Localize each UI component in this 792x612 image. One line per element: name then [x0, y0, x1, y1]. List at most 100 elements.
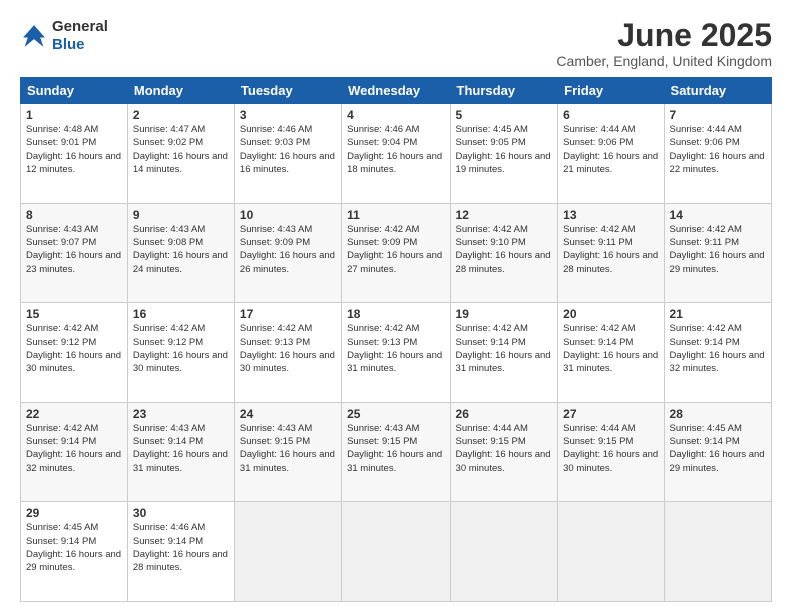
- day-info: Sunrise: 4:42 AMSunset: 9:14 PMDaylight:…: [456, 322, 553, 375]
- table-row: 5Sunrise: 4:45 AMSunset: 9:05 PMDaylight…: [450, 104, 558, 204]
- col-friday: Friday: [558, 78, 664, 104]
- day-number: 5: [456, 108, 553, 122]
- day-number: 20: [563, 307, 658, 321]
- day-number: 14: [670, 208, 766, 222]
- day-info: Sunrise: 4:43 AMSunset: 9:08 PMDaylight:…: [133, 223, 229, 276]
- day-info: Sunrise: 4:44 AMSunset: 9:06 PMDaylight:…: [563, 123, 658, 176]
- table-row: 24Sunrise: 4:43 AMSunset: 9:15 PMDayligh…: [234, 402, 341, 502]
- table-row: 4Sunrise: 4:46 AMSunset: 9:04 PMDaylight…: [342, 104, 450, 204]
- day-number: 8: [26, 208, 122, 222]
- location: Camber, England, United Kingdom: [556, 53, 772, 69]
- table-row: 26Sunrise: 4:44 AMSunset: 9:15 PMDayligh…: [450, 402, 558, 502]
- day-info: Sunrise: 4:44 AMSunset: 9:15 PMDaylight:…: [563, 422, 658, 475]
- day-info: Sunrise: 4:42 AMSunset: 9:14 PMDaylight:…: [563, 322, 658, 375]
- table-row: 3Sunrise: 4:46 AMSunset: 9:03 PMDaylight…: [234, 104, 341, 204]
- day-info: Sunrise: 4:43 AMSunset: 9:07 PMDaylight:…: [26, 223, 122, 276]
- logo-text: General Blue: [52, 18, 108, 54]
- day-number: 12: [456, 208, 553, 222]
- day-number: 18: [347, 307, 444, 321]
- day-info: Sunrise: 4:43 AMSunset: 9:15 PMDaylight:…: [240, 422, 336, 475]
- day-number: 25: [347, 407, 444, 421]
- day-info: Sunrise: 4:42 AMSunset: 9:12 PMDaylight:…: [26, 322, 122, 375]
- day-number: 2: [133, 108, 229, 122]
- day-info: Sunrise: 4:46 AMSunset: 9:14 PMDaylight:…: [133, 521, 229, 574]
- day-info: Sunrise: 4:42 AMSunset: 9:12 PMDaylight:…: [133, 322, 229, 375]
- col-saturday: Saturday: [664, 78, 771, 104]
- day-number: 28: [670, 407, 766, 421]
- table-row: 12Sunrise: 4:42 AMSunset: 9:10 PMDayligh…: [450, 203, 558, 303]
- table-row: 17Sunrise: 4:42 AMSunset: 9:13 PMDayligh…: [234, 303, 341, 403]
- table-row: 2Sunrise: 4:47 AMSunset: 9:02 PMDaylight…: [127, 104, 234, 204]
- logo-general: General: [52, 18, 108, 35]
- col-monday: Monday: [127, 78, 234, 104]
- day-number: 13: [563, 208, 658, 222]
- table-row: [342, 502, 450, 602]
- table-row: [664, 502, 771, 602]
- header-row: Sunday Monday Tuesday Wednesday Thursday…: [21, 78, 772, 104]
- week-row: 1Sunrise: 4:48 AMSunset: 9:01 PMDaylight…: [21, 104, 772, 204]
- table-row: 28Sunrise: 4:45 AMSunset: 9:14 PMDayligh…: [664, 402, 771, 502]
- table-row: 20Sunrise: 4:42 AMSunset: 9:14 PMDayligh…: [558, 303, 664, 403]
- day-info: Sunrise: 4:43 AMSunset: 9:14 PMDaylight:…: [133, 422, 229, 475]
- day-info: Sunrise: 4:42 AMSunset: 9:13 PMDaylight:…: [240, 322, 336, 375]
- table-row: 1Sunrise: 4:48 AMSunset: 9:01 PMDaylight…: [21, 104, 128, 204]
- table-row: 10Sunrise: 4:43 AMSunset: 9:09 PMDayligh…: [234, 203, 341, 303]
- day-info: Sunrise: 4:45 AMSunset: 9:05 PMDaylight:…: [456, 123, 553, 176]
- col-thursday: Thursday: [450, 78, 558, 104]
- calendar-table: Sunday Monday Tuesday Wednesday Thursday…: [20, 77, 772, 602]
- day-number: 23: [133, 407, 229, 421]
- day-number: 16: [133, 307, 229, 321]
- day-number: 27: [563, 407, 658, 421]
- day-number: 7: [670, 108, 766, 122]
- day-info: Sunrise: 4:42 AMSunset: 9:10 PMDaylight:…: [456, 223, 553, 276]
- title-block: June 2025 Camber, England, United Kingdo…: [556, 18, 772, 69]
- week-row: 8Sunrise: 4:43 AMSunset: 9:07 PMDaylight…: [21, 203, 772, 303]
- logo-blue: Blue: [52, 36, 85, 53]
- month-title: June 2025: [556, 18, 772, 53]
- day-info: Sunrise: 4:42 AMSunset: 9:14 PMDaylight:…: [670, 322, 766, 375]
- table-row: 11Sunrise: 4:42 AMSunset: 9:09 PMDayligh…: [342, 203, 450, 303]
- table-row: 9Sunrise: 4:43 AMSunset: 9:08 PMDaylight…: [127, 203, 234, 303]
- day-info: Sunrise: 4:44 AMSunset: 9:06 PMDaylight:…: [670, 123, 766, 176]
- table-row: 18Sunrise: 4:42 AMSunset: 9:13 PMDayligh…: [342, 303, 450, 403]
- col-sunday: Sunday: [21, 78, 128, 104]
- day-info: Sunrise: 4:42 AMSunset: 9:09 PMDaylight:…: [347, 223, 444, 276]
- table-row: 14Sunrise: 4:42 AMSunset: 9:11 PMDayligh…: [664, 203, 771, 303]
- table-row: 25Sunrise: 4:43 AMSunset: 9:15 PMDayligh…: [342, 402, 450, 502]
- day-number: 10: [240, 208, 336, 222]
- table-row: 7Sunrise: 4:44 AMSunset: 9:06 PMDaylight…: [664, 104, 771, 204]
- table-row: 22Sunrise: 4:42 AMSunset: 9:14 PMDayligh…: [21, 402, 128, 502]
- table-row: 29Sunrise: 4:45 AMSunset: 9:14 PMDayligh…: [21, 502, 128, 602]
- table-row: 8Sunrise: 4:43 AMSunset: 9:07 PMDaylight…: [21, 203, 128, 303]
- day-info: Sunrise: 4:42 AMSunset: 9:11 PMDaylight:…: [563, 223, 658, 276]
- day-info: Sunrise: 4:42 AMSunset: 9:14 PMDaylight:…: [26, 422, 122, 475]
- table-row: 19Sunrise: 4:42 AMSunset: 9:14 PMDayligh…: [450, 303, 558, 403]
- table-row: 6Sunrise: 4:44 AMSunset: 9:06 PMDaylight…: [558, 104, 664, 204]
- day-info: Sunrise: 4:48 AMSunset: 9:01 PMDaylight:…: [26, 123, 122, 176]
- day-number: 1: [26, 108, 122, 122]
- day-info: Sunrise: 4:44 AMSunset: 9:15 PMDaylight:…: [456, 422, 553, 475]
- day-number: 4: [347, 108, 444, 122]
- day-number: 19: [456, 307, 553, 321]
- day-number: 22: [26, 407, 122, 421]
- day-info: Sunrise: 4:42 AMSunset: 9:13 PMDaylight:…: [347, 322, 444, 375]
- table-row: 21Sunrise: 4:42 AMSunset: 9:14 PMDayligh…: [664, 303, 771, 403]
- table-row: [558, 502, 664, 602]
- day-number: 29: [26, 506, 122, 520]
- week-row: 15Sunrise: 4:42 AMSunset: 9:12 PMDayligh…: [21, 303, 772, 403]
- day-number: 17: [240, 307, 336, 321]
- logo: General Blue: [20, 18, 108, 54]
- day-number: 30: [133, 506, 229, 520]
- day-number: 15: [26, 307, 122, 321]
- table-row: 13Sunrise: 4:42 AMSunset: 9:11 PMDayligh…: [558, 203, 664, 303]
- header: General Blue June 2025 Camber, England, …: [20, 18, 772, 69]
- table-row: [234, 502, 341, 602]
- day-number: 6: [563, 108, 658, 122]
- table-row: 23Sunrise: 4:43 AMSunset: 9:14 PMDayligh…: [127, 402, 234, 502]
- logo-icon: [20, 22, 48, 50]
- day-info: Sunrise: 4:42 AMSunset: 9:11 PMDaylight:…: [670, 223, 766, 276]
- col-tuesday: Tuesday: [234, 78, 341, 104]
- table-row: 15Sunrise: 4:42 AMSunset: 9:12 PMDayligh…: [21, 303, 128, 403]
- day-number: 21: [670, 307, 766, 321]
- day-number: 3: [240, 108, 336, 122]
